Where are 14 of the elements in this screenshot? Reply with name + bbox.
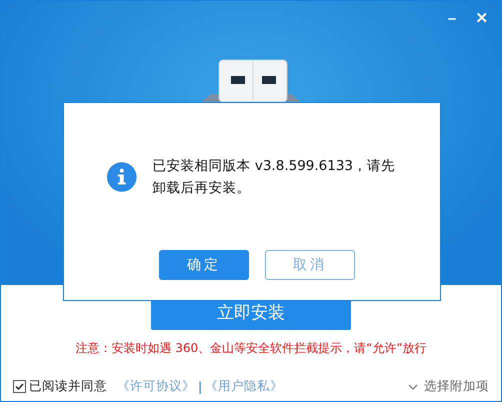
separator: | [198,379,202,394]
agree-label: 已阅读并同意 [29,378,107,395]
close-button[interactable]: ✕ [471,7,493,29]
info-icon [107,162,137,192]
chevron-down-icon [408,384,418,390]
privacy-link[interactable]: 《用户隐私》 [205,378,284,395]
options-button[interactable]: 选择附加项 [408,378,489,395]
dialog-message: 已安装相同版本 v3.8.599.6133，请先卸载后再安装。 [152,157,396,198]
minimize-button[interactable]: – [441,7,463,29]
notice-text: 注意：安装时如遇 360、金山等安全软件拦截提示，请“允许”放行 [75,340,427,357]
license-link[interactable]: 《许可协议》 [117,378,195,395]
cancel-button[interactable]: 取消 [265,250,355,280]
agree-checkbox[interactable] [13,380,26,393]
confirm-button[interactable]: 确定 [159,250,249,280]
